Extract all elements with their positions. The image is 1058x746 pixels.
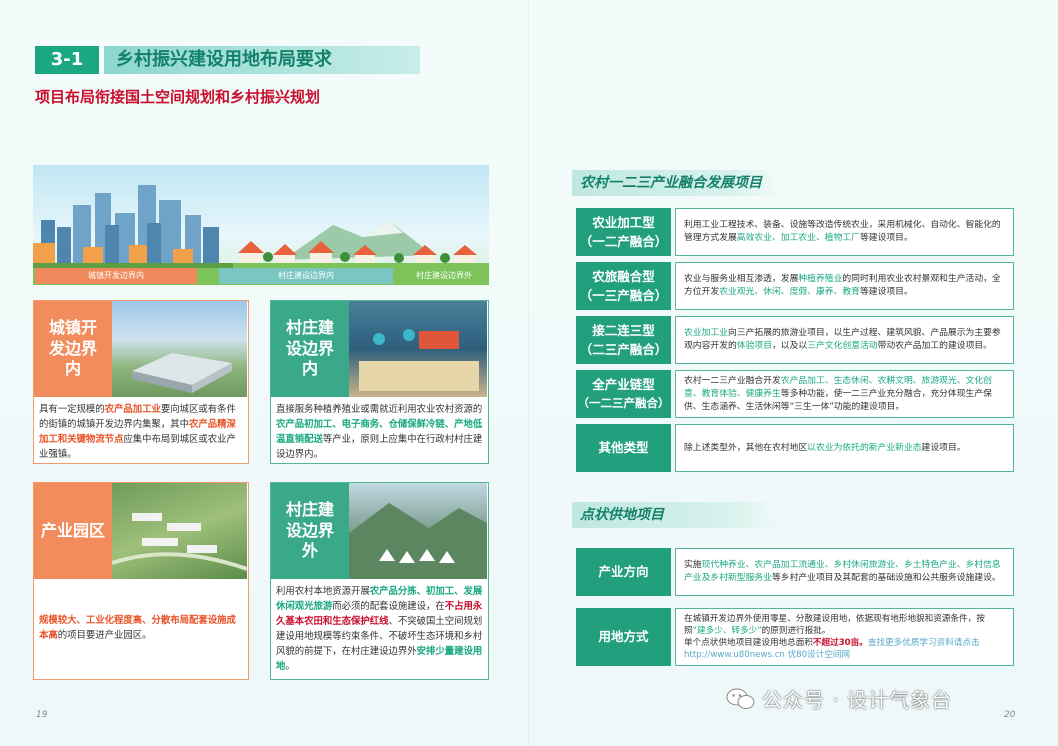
row-label: 农业加工型 （一二产融合） — [576, 208, 671, 256]
row-description: 除上述类型外，其他在农村地区以农业为依托的新产业新业态建设项目。 — [675, 424, 1014, 472]
row-description: 实施现代种养业、农产品加工流通业、乡村休闲旅游业、乡土特色产业、乡村信息产业及乡… — [675, 548, 1014, 596]
page-number-right: 20 — [1004, 710, 1016, 720]
row-label: 接二连三型 （二三产融合） — [576, 316, 671, 364]
card-industrial-park: 产业园区 规模较大、工业化程度高、分散布局配套设施成本高的项目要进产业园区。 — [33, 482, 249, 680]
point-supply-row: 产业方向 实施现代种养业、农产品加工流通业、乡村休闲旅游业、乡土特色产业、乡村信… — [576, 548, 1014, 596]
zone-town-development: 城镇开发边界内 — [35, 268, 197, 284]
card-label: 村庄建设边界外 — [271, 483, 349, 579]
processing-workshop-photo — [349, 301, 487, 397]
zone-village-outside: 村庄建设边界外 — [401, 268, 487, 284]
warehouse-photo — [112, 301, 247, 397]
row-label: 产业方向 — [576, 548, 671, 596]
card-description: 直接服务种植养殖业或需就近利用农业农村资源的农产品初加工、电子商务、仓储保鲜冷链… — [276, 404, 483, 460]
page-subtitle: 项目布局衔接国土空间规划和乡村振兴规划 — [35, 88, 321, 106]
page-number-left: 19 — [36, 710, 48, 720]
fusion-row: 其他类型 除上述类型外，其他在农村地区以农业为依托的新产业新业态建设项目。 — [576, 424, 1014, 472]
row-label: 全产业链型 （一二三产融合） — [576, 370, 671, 418]
boundary-zones: 城镇开发边界内 村庄建设边界内 村庄建设边界外 — [33, 268, 489, 286]
card-village-inside: 村庄建设边界内 直接服务种植养殖业或需就近利用农业农村资源的农产品初加工、电子商… — [270, 300, 489, 464]
watermark-text: 公众号 · 设计气象台 — [762, 688, 953, 712]
fusion-row: 农业加工型 （一二产融合） 利用工业工程技术、装备、设施等改造传统农业，采用机械化… — [576, 208, 1014, 256]
fusion-row: 接二连三型 （二三产融合） 农业加工业向三产拓展的旅游业项目，以生产过程、建筑风貌… — [576, 316, 1014, 364]
mountain-tents-photo — [349, 483, 487, 579]
row-description: 农村一二三产业融合开发农产品加工、生态休闲、农耕文明、旅游观光、文化创意、教育体… — [675, 370, 1014, 418]
fusion-row: 农旅融合型 （一三产融合） 农业与服务业相互渗透，发展种植养殖业的同时利用农业农村… — [576, 262, 1014, 310]
point-supply-section-title: 点状供地项目 — [572, 502, 782, 528]
row-label: 其他类型 — [576, 424, 671, 472]
wechat-icon — [726, 688, 755, 709]
row-description: 农业加工业向三产拓展的旅游业项目，以生产过程、建筑风貌、产品展示为主要参观内容开… — [675, 316, 1014, 364]
card-label: 城镇开发边界内 — [34, 301, 112, 397]
fusion-row: 全产业链型 （一二三产融合） 农村一二三产业融合开发农产品加工、生态休闲、农耕文明… — [576, 370, 1014, 418]
card-description: 规模较大、工业化程度高、分散布局配套设施成本高的项目要进产业园区。 — [39, 615, 236, 641]
page: 3-1 乡村振兴建设用地布局要求 项目布局衔接国土空间规划和乡村振兴规划 城镇开… — [0, 0, 1058, 746]
card-town-boundary: 城镇开发边界内 具有一定规模的农产品加工业要向城区或有条件的街镇的城镇开发边界内… — [33, 300, 249, 464]
city-village-illustration — [33, 165, 489, 285]
row-label: 用地方式 — [576, 608, 671, 666]
card-description: 具有一定规模的农产品加工业要向城区或有条件的街镇的城镇开发边界内集聚，其中农产品… — [39, 404, 236, 460]
section-title: 乡村振兴建设用地布局要求 — [104, 46, 420, 74]
fusion-section-title: 农村一二三产业融合发展项目 — [572, 170, 782, 196]
row-description: 利用工业工程技术、装备、设施等改造传统农业，采用机械化、自动化、智能化的管理方式… — [675, 208, 1014, 256]
row-description: 农业与服务业相互渗透，发展种植养殖业的同时利用农业农村景观和生产活动，全方位开发… — [675, 262, 1014, 310]
zone-village-inside: 村庄建设边界内 — [219, 268, 393, 284]
card-description: 利用农村本地资源开展农产品分拣、初加工、发展休闲观光旅游而必须的配套设施建设，在… — [276, 586, 483, 672]
industrial-park-photo — [112, 483, 247, 579]
page-fold — [528, 0, 529, 746]
card-label: 产业园区 — [34, 483, 112, 579]
row-description: 在城镇开发边界外使用零星、分散建设用地，依据现有地形地貌和资源条件，按照“建多少… — [675, 608, 1014, 666]
watermark: 公众号 · 设计气象台 — [726, 684, 952, 713]
row-label: 农旅融合型 （一三产融合） — [576, 262, 671, 310]
section-number: 3-1 — [35, 46, 99, 74]
card-label: 村庄建设边界内 — [271, 301, 349, 397]
point-supply-row: 用地方式 在城镇开发边界外使用零星、分散建设用地，依据现有地形地貌和资源条件，按… — [576, 608, 1014, 666]
card-village-outside: 村庄建设边界外 利用农村本地资源开展农产品分拣、初加工、发展休闲观光旅游而必须的… — [270, 482, 489, 680]
